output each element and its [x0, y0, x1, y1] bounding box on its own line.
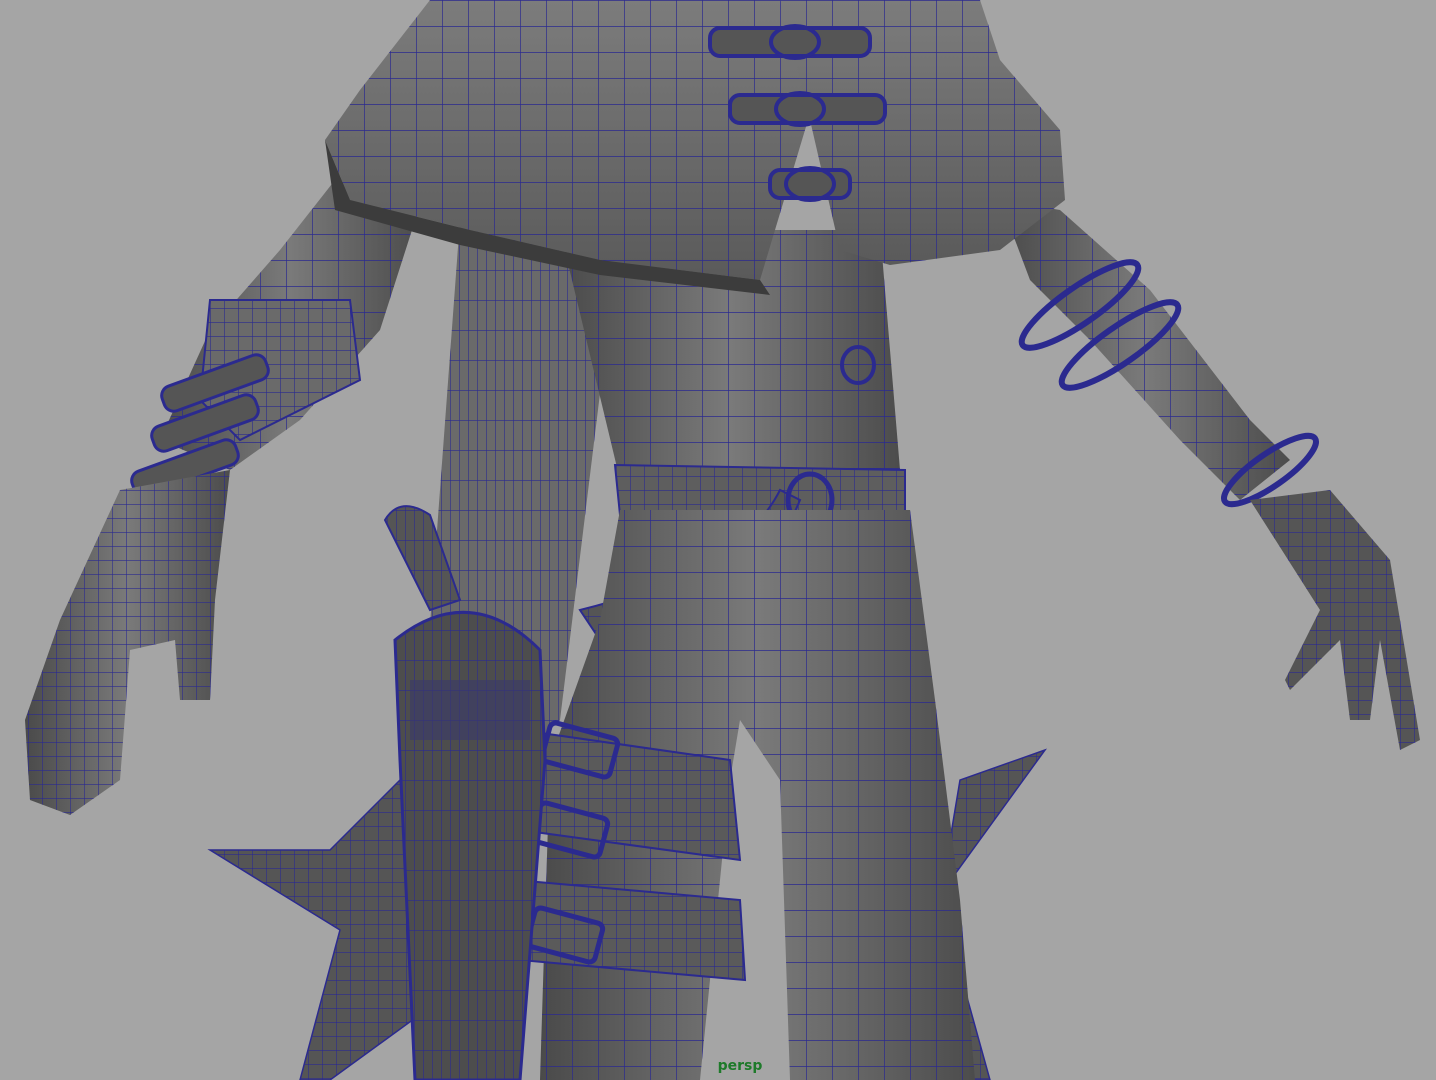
hand-right	[1250, 490, 1420, 750]
maya-viewport[interactable]: persp	[0, 0, 1436, 1080]
arm-right	[1000, 200, 1319, 508]
arm-left	[130, 180, 420, 498]
cape	[325, 0, 1065, 295]
character-mesh[interactable]	[0, 0, 1436, 1080]
hand-left	[25, 470, 230, 815]
camera-name-label: persp	[717, 1058, 763, 1074]
